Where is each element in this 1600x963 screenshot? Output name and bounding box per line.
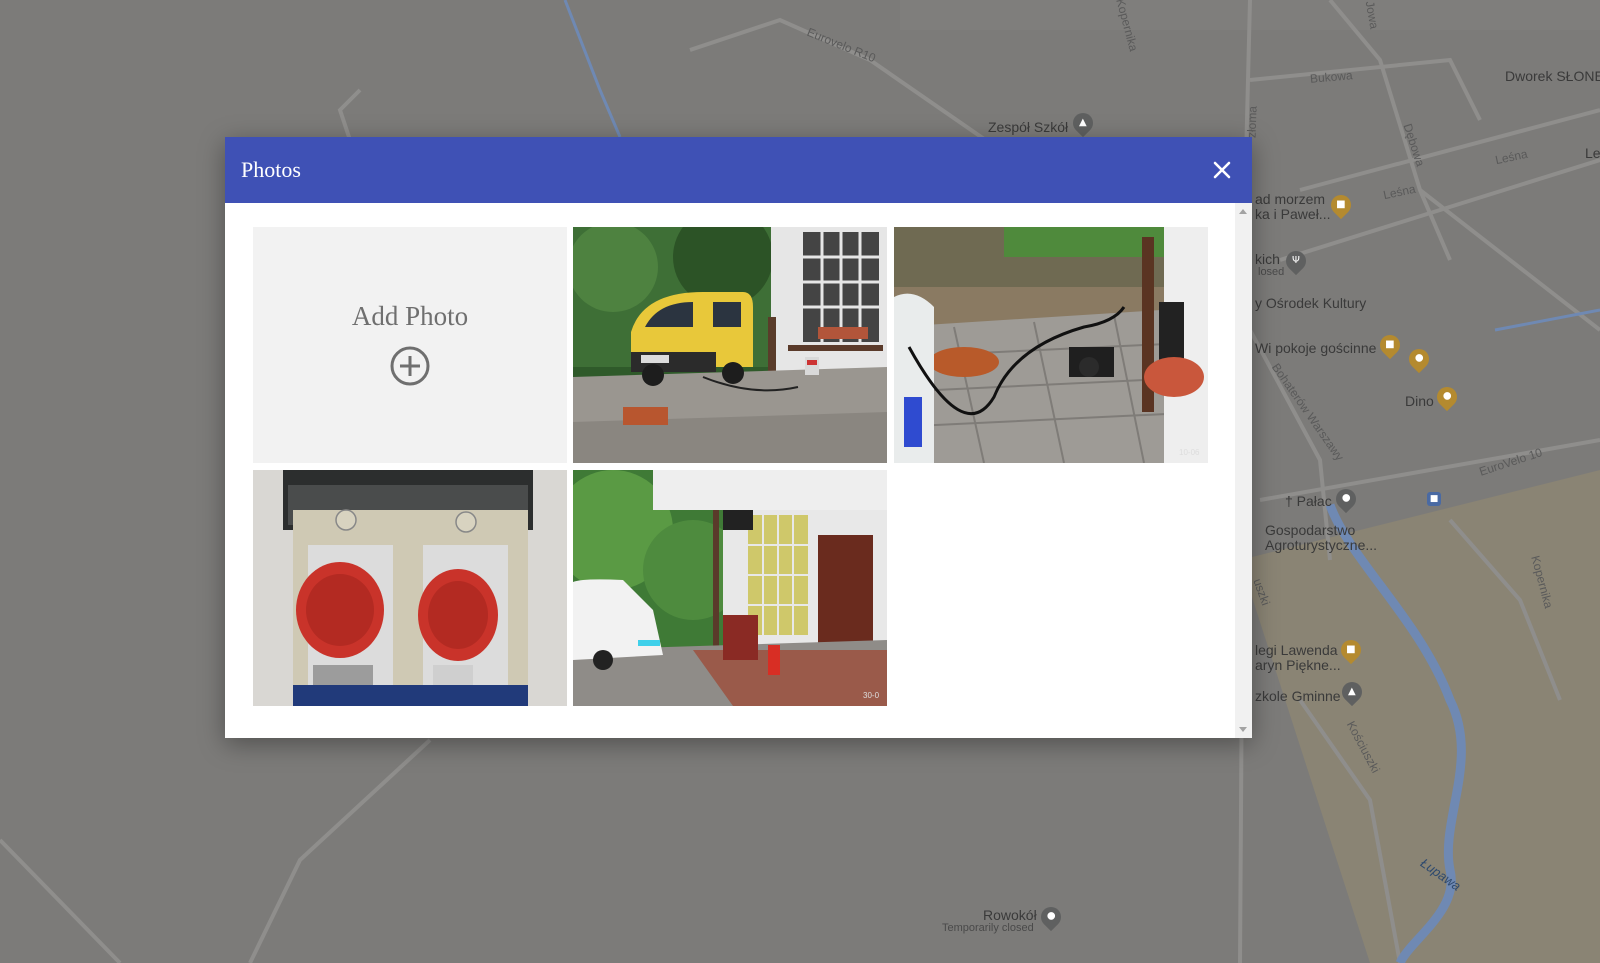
map-label-palac: † Pałac — [1285, 493, 1332, 509]
plus-circle-icon — [390, 346, 430, 386]
add-photo-label: Add Photo — [351, 301, 469, 331]
charging-cable-photo: 10-06 — [894, 227, 1208, 463]
map-label-gospodarstwo: Gospodarstwo — [1265, 522, 1356, 538]
power-sockets-photo — [253, 470, 567, 706]
map-label-lawenda: legi Lawenda — [1255, 642, 1338, 658]
photos-dialog: Photos Add Photo 10-06 30-0 — [225, 137, 1252, 738]
map-label-temporarily-closed: Temporarily closed — [942, 922, 1034, 934]
map-label-pawel: ka i Paweł... — [1255, 206, 1331, 222]
dialog-header: Photos — [225, 137, 1252, 203]
add-photo-button[interactable]: Add Photo — [253, 227, 567, 463]
map-label-kich: kich — [1255, 251, 1280, 267]
map-label-osrodek: y Ośrodek Kultury — [1255, 295, 1367, 311]
map-label-piekne: aryn Piękne... — [1255, 657, 1341, 673]
photo-date-stamp-2: 30-0 — [863, 691, 880, 700]
map-label-zloma: złoma — [1244, 105, 1260, 139]
map-label-rowokol: Rowokół — [983, 907, 1037, 923]
photo-grid: Add Photo 10-06 30-0 — [225, 203, 1235, 738]
map-label-szkole: zkole Gminne — [1255, 688, 1341, 704]
map-label-kich-closed: losed — [1258, 266, 1285, 278]
map-label-agroturystyczne: Agroturystyczne... — [1265, 537, 1378, 553]
yellow-van-photo — [573, 227, 887, 463]
map-label-pokoje: Wi pokoje gościnne — [1255, 340, 1377, 356]
photo-date-stamp: 10-06 — [1179, 448, 1200, 457]
map-label-zespol-szkol: Zespół Szkół — [988, 119, 1069, 135]
scroll-up-arrow[interactable] — [1239, 209, 1247, 214]
bus-stop-icon[interactable]: ■ — [1427, 492, 1441, 506]
close-button[interactable] — [1206, 154, 1238, 186]
scrollbar[interactable] — [1235, 203, 1252, 738]
dialog-title: Photos — [241, 157, 301, 182]
white-car-photo: 30-0 — [573, 470, 887, 706]
photo-thumbnail-white-car[interactable]: 30-0 — [573, 470, 887, 706]
photo-thumbnail-power-sockets[interactable] — [253, 470, 567, 706]
map-label-morzem: ad morzem — [1255, 191, 1326, 207]
map-label-dino: Dino — [1405, 393, 1434, 409]
photo-thumbnail-yellow-van[interactable] — [573, 227, 887, 463]
map-label-dworek: Dworek SŁONE — [1505, 68, 1600, 84]
close-icon — [1213, 161, 1231, 179]
photo-thumbnail-charging-cable[interactable]: 10-06 — [894, 227, 1208, 463]
map-label-le: Le — [1585, 145, 1600, 161]
scroll-down-arrow[interactable] — [1239, 727, 1247, 732]
